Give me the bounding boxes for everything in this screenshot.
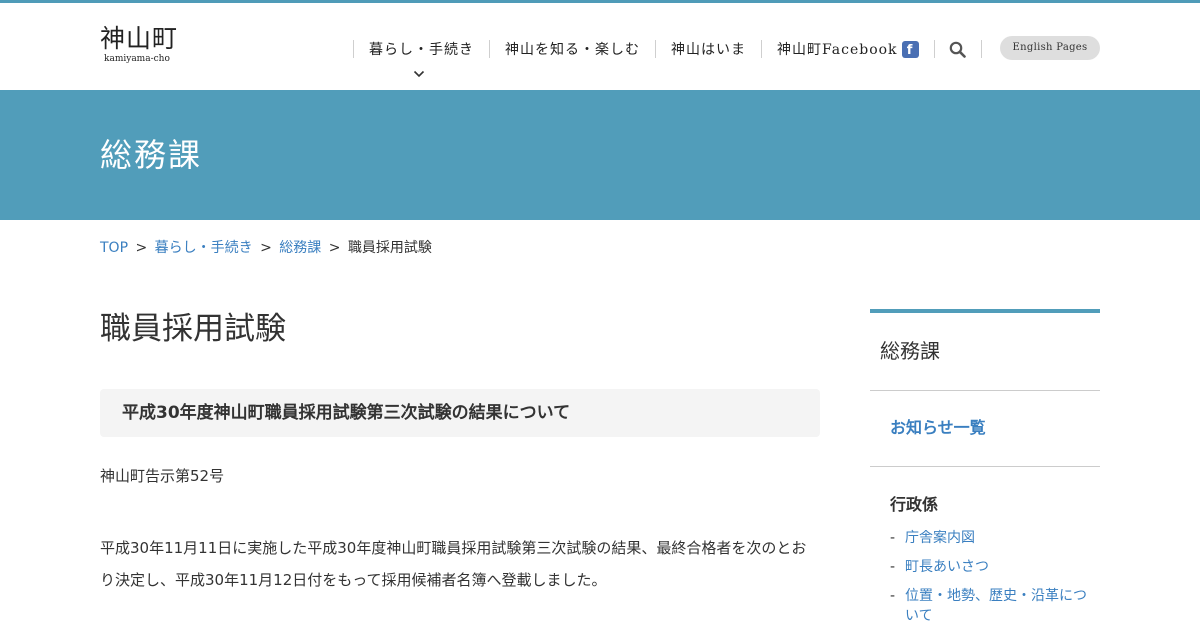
article-paragraph: 平成30年11月11日に実施した平成30年度神山町職員採用試験第三次試験の結果、…	[100, 539, 807, 589]
list-bullet: -	[890, 588, 896, 604]
search-button[interactable]	[935, 41, 981, 58]
global-nav: 暮らし・手続き 神山を知る・楽しむ 神山はいま 神山町Facebook f	[353, 36, 982, 62]
list-item: - 庁舎案内図	[890, 528, 1090, 548]
top-accent-border	[0, 0, 1200, 3]
article-subheading: 平成30年度神山町職員採用試験第三次試験の結果について	[100, 389, 820, 437]
list-item: - 位置・地勢、歴史・沿革について	[890, 586, 1090, 626]
banner-title: 総務課	[100, 136, 203, 174]
breadcrumb: TOP > 暮らし・手続き > 総務課 > 職員採用試験	[100, 238, 432, 258]
breadcrumb-separator: >	[328, 240, 341, 256]
list-bullet: -	[890, 530, 896, 546]
page-title: 職員採用試験	[100, 311, 286, 347]
list-item: - 町長あいさつ	[890, 557, 1090, 577]
sidebar-link-mayor-greeting[interactable]: 町長あいさつ	[905, 557, 1090, 577]
facebook-icon: f	[901, 40, 919, 58]
sidebar-divider	[870, 466, 1100, 467]
nav-divider	[980, 40, 982, 58]
nav-item-explore[interactable]: 神山を知る・楽しむ	[490, 39, 655, 59]
logo-kanji: 神山町	[100, 24, 179, 53]
sidebar-link-geography-history[interactable]: 位置・地勢、歴史・沿革について	[905, 586, 1090, 626]
sidebar-link-list: - 庁舎案内図 - 町長あいさつ - 位置・地勢、歴史・沿革について	[890, 528, 1090, 635]
sidebar-divider	[870, 390, 1100, 391]
sidebar-news-link[interactable]: お知らせ一覧	[890, 416, 986, 440]
chevron-down-icon[interactable]	[413, 70, 425, 78]
nav-item-living[interactable]: 暮らし・手続き	[354, 39, 489, 59]
sidebar-link-floor-map[interactable]: 庁舎案内図	[905, 528, 1090, 548]
logo-roman: kamiyama-cho	[104, 54, 170, 64]
nav-item-facebook-label: 神山町Facebook	[777, 42, 898, 58]
list-bullet: -	[890, 559, 896, 575]
sidebar-top-bar	[870, 309, 1100, 313]
search-icon	[949, 41, 966, 58]
breadcrumb-current: 職員採用試験	[347, 240, 432, 256]
breadcrumb-general-affairs[interactable]: 総務課	[279, 240, 321, 256]
site-logo[interactable]: 神山町 kamiyama-cho	[100, 24, 190, 64]
sidebar-section-title: 行政係	[890, 495, 939, 514]
sidebar-title: 総務課	[880, 339, 940, 363]
breadcrumb-separator: >	[135, 240, 148, 256]
nav-item-facebook[interactable]: 神山町Facebook f	[762, 39, 934, 59]
breadcrumb-separator: >	[260, 240, 272, 256]
breadcrumb-top[interactable]: TOP	[100, 240, 128, 256]
notice-number: 神山町告示第52号	[100, 467, 225, 485]
english-pages-button[interactable]: English Pages	[1000, 36, 1100, 60]
nav-item-now[interactable]: 神山はいま	[656, 39, 761, 59]
breadcrumb-living[interactable]: 暮らし・手続き	[155, 240, 253, 256]
